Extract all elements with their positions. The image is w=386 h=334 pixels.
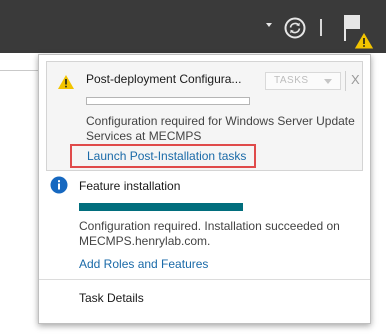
tasks-label: TASKS	[274, 75, 309, 86]
launch-link-label[interactable]: Launch Post-Installation tasks	[87, 149, 246, 163]
tasks-separator	[345, 71, 346, 91]
info-icon	[50, 176, 68, 194]
refresh-icon[interactable]	[284, 17, 306, 39]
feature-progress-bar	[79, 203, 243, 211]
close-icon[interactable]: X	[351, 72, 360, 87]
tasks-dropdown[interactable]: TASKS	[265, 72, 341, 90]
chevron-down-icon[interactable]	[266, 23, 272, 27]
warning-icon	[58, 75, 74, 89]
flag-icon[interactable]	[341, 12, 375, 50]
top-toolbar	[0, 0, 386, 53]
toolbar-separator	[320, 19, 322, 36]
add-roles-and-features-link[interactable]: Add Roles and Features	[79, 257, 208, 271]
feature-progress-fill	[80, 204, 242, 210]
background-divider	[0, 70, 38, 71]
feature-installation-description: Configuration required. Installation suc…	[79, 219, 340, 248]
deployment-progress-bar	[86, 97, 250, 105]
notification-description: Configuration required for Windows Serve…	[86, 114, 355, 143]
warning-icon	[353, 31, 375, 50]
post-deployment-notification: Post-deployment Configura... TASKS X Con…	[46, 61, 363, 171]
launch-post-installation-link[interactable]: Launch Post-Installation tasks	[70, 144, 256, 168]
chevron-down-icon	[324, 79, 332, 84]
task-details-link[interactable]: Task Details	[79, 291, 144, 305]
popup-divider	[39, 279, 370, 280]
feature-installation-title: Feature installation	[79, 179, 181, 193]
notification-title: Post-deployment Configura...	[86, 72, 242, 86]
notifications-popup: Post-deployment Configura... TASKS X Con…	[38, 54, 371, 324]
